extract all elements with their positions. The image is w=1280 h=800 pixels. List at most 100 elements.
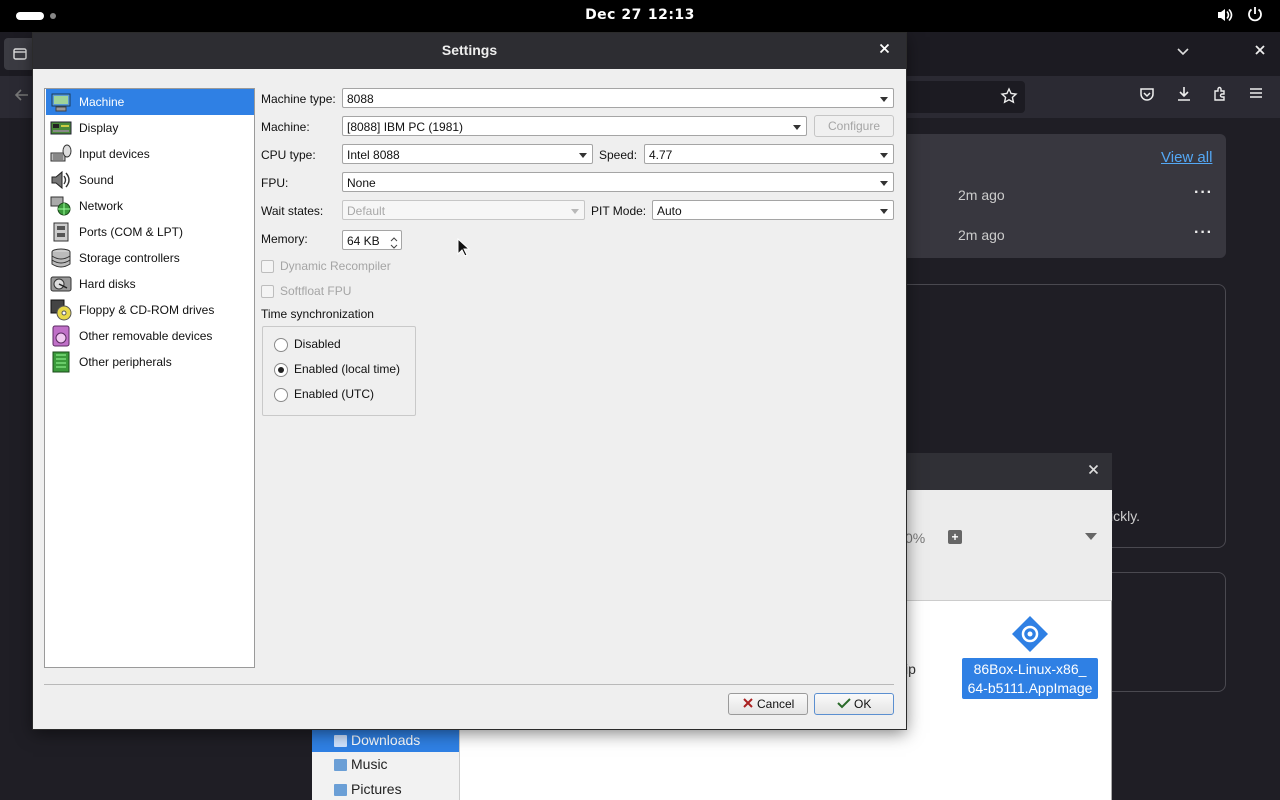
category-machine[interactable]: Machine — [46, 89, 254, 115]
time-sync-local-radio[interactable] — [274, 363, 288, 377]
button-label: OK — [854, 697, 872, 711]
download-time: 2m ago — [958, 187, 1005, 203]
zoom-percent: 0% — [905, 530, 926, 546]
file-manager-content — [460, 728, 1112, 800]
machine-select[interactable]: [8088] IBM PC (1981) — [342, 116, 807, 136]
softfloat-fpu-label: Softfloat FPU — [280, 284, 352, 298]
file-label-partial: ip — [905, 661, 916, 677]
category-sound[interactable]: Sound — [46, 167, 254, 193]
chevron-down-icon — [880, 97, 888, 102]
cancel-button[interactable]: Cancel — [728, 693, 808, 715]
chevron-down-icon — [880, 181, 888, 186]
extensions-icon[interactable] — [1211, 85, 1229, 107]
category-storage-controllers[interactable]: Storage controllers — [46, 245, 254, 271]
more-options-icon[interactable]: ··· — [1194, 224, 1213, 242]
wait-states-select[interactable]: Default — [342, 200, 585, 220]
chevron-down-icon[interactable] — [1176, 44, 1190, 60]
hamburger-menu-icon[interactable] — [1248, 85, 1264, 106]
spin-up-icon[interactable] — [388, 232, 400, 242]
power-icon[interactable] — [1246, 5, 1266, 25]
category-label: Ports (COM & LPT) — [79, 225, 184, 239]
wait-states-label: Wait states: — [261, 204, 324, 218]
category-input-devices[interactable]: Input devices — [46, 141, 254, 167]
category-label: Input devices — [79, 147, 150, 161]
category-label: Display — [79, 121, 119, 135]
select-value: 4.77 — [649, 148, 673, 162]
sidebar-item-downloads[interactable]: Downloads — [312, 730, 459, 752]
display-icon — [50, 117, 72, 139]
category-removable-devices[interactable]: Other removable devices — [46, 323, 254, 349]
category-label: Hard disks — [79, 277, 136, 291]
folder-icon — [334, 735, 347, 747]
dynamic-recompiler-label: Dynamic Recompiler — [280, 259, 391, 273]
file-name-line: 86Box-Linux-x86_ — [973, 661, 1087, 677]
ok-button[interactable]: OK — [814, 693, 894, 715]
bookmark-star-icon[interactable] — [1000, 87, 1018, 110]
view-all-link[interactable]: View all — [1161, 149, 1212, 166]
more-options-icon[interactable]: ··· — [1194, 184, 1213, 202]
close-icon[interactable] — [1088, 463, 1099, 478]
time-sync-utc-radio[interactable] — [274, 388, 288, 402]
appimage-icon[interactable] — [1011, 615, 1049, 653]
floppy-cdrom-icon — [50, 299, 72, 321]
configure-button[interactable]: Configure — [814, 115, 894, 137]
pocket-icon[interactable] — [1138, 85, 1156, 107]
category-hard-disks[interactable]: Hard disks — [46, 271, 254, 297]
softfloat-fpu-checkbox[interactable] — [261, 285, 274, 298]
category-label: Floppy & CD-ROM drives — [79, 303, 215, 317]
sidebar-item-label: Music — [351, 756, 388, 772]
tab-manager-icon[interactable] — [4, 38, 36, 70]
cpu-type-label: CPU type: — [261, 148, 316, 162]
radio-label: Enabled (UTC) — [294, 387, 375, 401]
category-ports[interactable]: Ports (COM & LPT) — [46, 219, 254, 245]
machine-type-label: Machine type: — [261, 92, 336, 106]
sound-icon — [50, 169, 72, 191]
close-icon[interactable] — [879, 41, 890, 57]
cancel-icon — [742, 698, 753, 708]
clock-date: Dec 27 — [585, 7, 642, 23]
checkmark-icon — [836, 698, 851, 709]
memory-spinbox[interactable]: 64 KB — [342, 230, 402, 250]
machine-type-select[interactable]: 8088 — [342, 88, 894, 108]
category-label: Storage controllers — [79, 251, 180, 265]
file-name-label[interactable]: 86Box-Linux-x86_ 64-b5111.AppImage — [962, 658, 1098, 699]
background-text: ickly. — [1110, 508, 1141, 524]
dynamic-recompiler-checkbox[interactable] — [261, 260, 274, 273]
speed-select[interactable]: 4.77 — [644, 144, 894, 164]
radio-label: Enabled (local time) — [294, 362, 401, 376]
memory-value: 64 KB — [347, 234, 380, 248]
category-label: Other removable devices — [79, 329, 213, 343]
category-floppy-cdrom[interactable]: Floppy & CD-ROM drives — [46, 297, 254, 323]
spin-down-icon[interactable] — [388, 240, 400, 249]
cpu-type-select[interactable]: Intel 8088 — [342, 144, 593, 164]
pit-mode-select[interactable]: Auto — [652, 200, 894, 220]
plus-icon[interactable]: + — [948, 530, 962, 544]
back-arrow-icon[interactable] — [14, 87, 30, 108]
category-display[interactable]: Display — [46, 115, 254, 141]
top-bar: Dec 27 12:13 — [0, 0, 1280, 32]
select-value: 8088 — [347, 92, 374, 106]
dropdown-arrow-icon[interactable] — [1085, 532, 1097, 544]
select-value: Default — [347, 204, 386, 218]
category-network[interactable]: Network — [46, 193, 254, 219]
time-sync-disabled-radio[interactable] — [274, 338, 288, 352]
sidebar-item-pictures[interactable]: Pictures — [312, 779, 459, 800]
close-icon[interactable] — [1254, 43, 1266, 60]
dialog-toolbar: 0% + — [905, 490, 1112, 601]
time-sync-heading: Time synchronization — [261, 307, 374, 321]
network-icon — [50, 195, 72, 217]
sidebar-item-music[interactable]: Music — [312, 754, 459, 776]
fpu-select[interactable]: None — [342, 172, 894, 192]
chevron-down-icon — [793, 125, 801, 130]
download-icon[interactable] — [1175, 85, 1193, 108]
removable-devices-icon — [50, 325, 72, 347]
category-peripherals[interactable]: Other peripherals — [46, 349, 254, 375]
clock-time: 12:13 — [647, 7, 695, 23]
volume-icon[interactable] — [1216, 6, 1236, 26]
time-sync-group: Disabled Enabled (local time) Enabled (U… — [262, 326, 416, 416]
button-label: Cancel — [756, 697, 795, 711]
dialog-title: Settings — [441, 42, 498, 58]
input-devices-icon — [50, 143, 72, 165]
clock[interactable]: Dec 27 12:13 — [0, 7, 1280, 23]
select-value: Auto — [657, 204, 682, 218]
